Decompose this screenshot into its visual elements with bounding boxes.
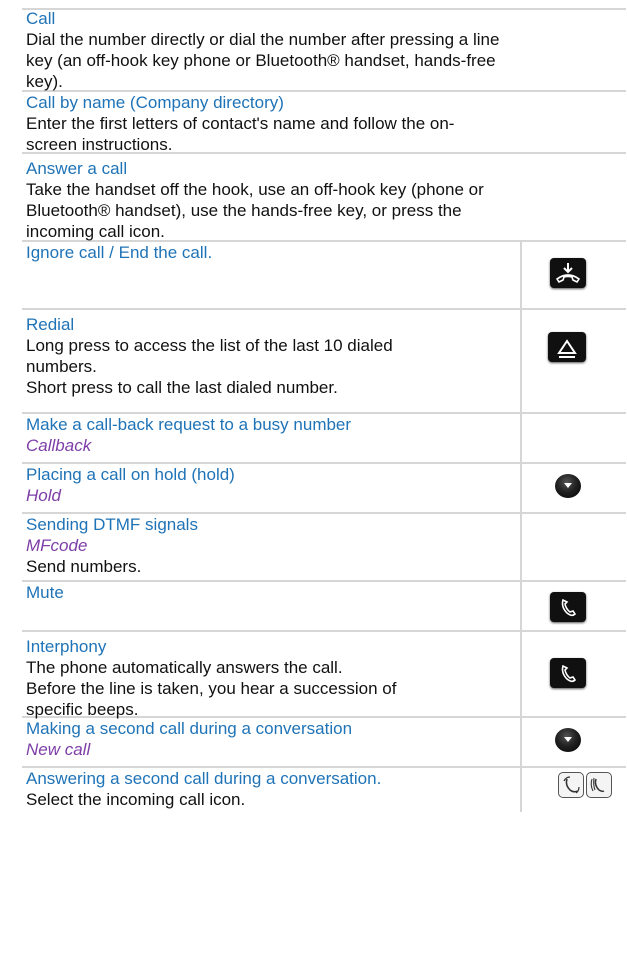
- feature-title: Sending DTMF signals: [26, 515, 198, 534]
- description-line: numbers.: [26, 357, 97, 376]
- description-line: Enter the first letters of contact's nam…: [26, 114, 455, 133]
- feature-description-cell: Redial Long press to access the list of …: [22, 310, 522, 412]
- icon-cell: [524, 242, 626, 308]
- feature-title: Make a call-back request to a busy numbe…: [26, 415, 352, 434]
- description-line: Send numbers.: [26, 557, 142, 576]
- description-line: specific beeps.: [26, 700, 139, 719]
- table-row: Answer a call Take the handset off the h…: [22, 154, 626, 242]
- table-row: Placing a call on hold (hold) Hold: [22, 464, 626, 514]
- hang-up-key-icon: [550, 258, 586, 288]
- description-line: key (an off-hook key phone or Bluetooth®…: [26, 51, 496, 70]
- description-line: Short press to call the last dialed numb…: [26, 378, 338, 397]
- feature-title: Ignore call / End the call.: [26, 243, 213, 262]
- table-row: Making a second call during a conversati…: [22, 718, 626, 768]
- description-line: screen instructions.: [26, 135, 173, 154]
- table-row: Redial Long press to access the list of …: [22, 310, 626, 414]
- table-row: Call by name (Company directory) Enter t…: [22, 92, 626, 154]
- feature-table: Call Dial the number directly or dial th…: [22, 8, 626, 812]
- feature-title: Mute: [26, 583, 64, 602]
- description-line: Select the incoming call icon.: [26, 790, 246, 809]
- feature-title: Call: [26, 9, 56, 28]
- description-line: Dial the number directly or dial the num…: [26, 30, 500, 49]
- description-line: Long press to access the list of the las…: [26, 336, 393, 355]
- description-line: Take the handset off the hook, use an of…: [26, 180, 484, 199]
- icon-cell: [524, 632, 626, 716]
- description-line: Bluetooth® handset), use the hands-free …: [26, 201, 462, 220]
- feature-title: Answering a second call during a convers…: [26, 769, 382, 788]
- icon-cell: [524, 514, 626, 580]
- description-line: Before the line is taken, you hear a suc…: [26, 679, 397, 698]
- feature-description-cell: Make a call-back request to a busy numbe…: [22, 414, 522, 462]
- icon-cell: [524, 718, 626, 766]
- feature-title: Call by name (Company directory): [26, 93, 284, 112]
- feature-description-cell: Making a second call during a conversati…: [22, 718, 522, 766]
- description-line: key).: [26, 72, 63, 91]
- icon-cell: [524, 582, 626, 630]
- mute-key-icon: [550, 592, 586, 622]
- feature-description-cell: Interphony The phone automatically answe…: [22, 632, 522, 719]
- feature-description-cell: Mute: [22, 582, 522, 630]
- description-line: The phone automatically answers the call…: [26, 658, 343, 677]
- description-line: incoming call icon.: [26, 222, 165, 241]
- table-row: Ignore call / End the call.: [22, 242, 626, 310]
- feature-title: Answer a call: [26, 159, 128, 178]
- feature-description-cell: Placing a call on hold (hold) Hold: [22, 464, 522, 512]
- navigation-down-icon: [555, 728, 581, 752]
- feature-description-cell: Answering a second call during a convers…: [22, 768, 522, 812]
- feature-description-cell: Call by name (Company directory) Enter t…: [22, 92, 626, 154]
- feature-title: Making a second call during a conversati…: [26, 719, 353, 738]
- table-row: Call Dial the number directly or dial th…: [22, 8, 626, 92]
- table-row: Interphony The phone automatically answe…: [22, 632, 626, 719]
- feature-description-cell: Ignore call / End the call.: [22, 242, 522, 308]
- feature-description-cell: Call Dial the number directly or dial th…: [22, 8, 626, 91]
- softkey-label: Callback: [26, 436, 92, 455]
- icon-cell: [524, 464, 626, 512]
- table-row: Sending DTMF signals MFcode Send numbers…: [22, 514, 626, 582]
- feature-title: Redial: [26, 315, 75, 334]
- redial-key-icon: [548, 332, 586, 362]
- feature-title: Interphony: [26, 637, 107, 656]
- table-row: Mute: [22, 582, 626, 632]
- interphony-key-icon: [550, 658, 586, 688]
- feature-description-cell: Sending DTMF signals MFcode Send numbers…: [22, 514, 522, 580]
- softkey-label: Hold: [26, 486, 61, 505]
- incoming-call-icon: [558, 772, 584, 798]
- feature-description-cell: Answer a call Take the handset off the h…: [22, 154, 626, 241]
- incoming-call-ringing-icon: [586, 772, 612, 798]
- table-row: Answering a second call during a convers…: [22, 768, 626, 812]
- icon-cell: [524, 768, 626, 812]
- feature-title: Placing a call on hold (hold): [26, 465, 235, 484]
- table-row: Make a call-back request to a busy numbe…: [22, 414, 626, 464]
- softkey-label: New call: [26, 740, 91, 759]
- softkey-label: MFcode: [26, 536, 88, 555]
- navigation-down-icon: [555, 474, 581, 498]
- icon-cell: [524, 310, 626, 412]
- icon-cell: [524, 414, 626, 462]
